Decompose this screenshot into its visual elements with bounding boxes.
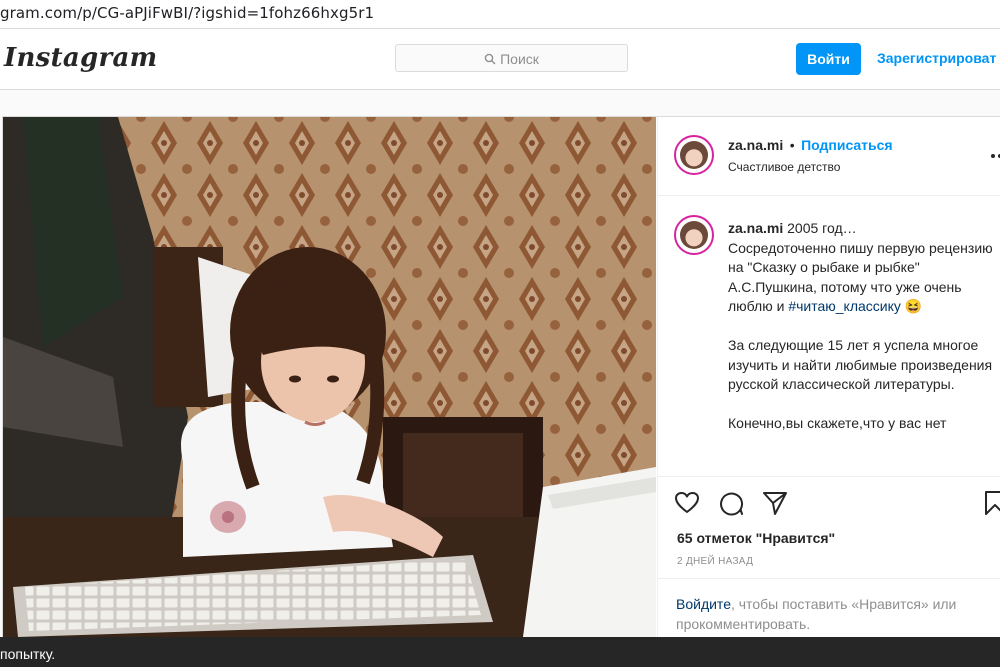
post-sidebar: za.na.mi • Подписаться Счастливое детств…: [657, 117, 1000, 637]
post-actions: 65 отметок "Нравится" 2 ДНЕЙ НАЗАД Войди…: [658, 476, 1000, 638]
comment-icon[interactable]: [718, 490, 744, 516]
separator: •: [789, 137, 795, 153]
share-icon[interactable]: [762, 490, 788, 516]
post-author-row: za.na.mi • Подписаться: [728, 137, 893, 155]
post-time[interactable]: 2 ДНЕЙ НАЗАД: [677, 556, 753, 567]
hashtag-link[interactable]: #читаю_классику: [788, 298, 901, 314]
follow-button[interactable]: Подписаться: [801, 137, 893, 153]
instagram-header: Instagram Поиск Войти Зарегистрироват: [0, 29, 1000, 90]
instagram-logo[interactable]: Instagram: [4, 43, 158, 73]
login-prompt: Войдите, чтобы поставить «Нравится» или …: [658, 578, 1000, 634]
photo-image: [3, 117, 656, 637]
avatar-image: [680, 141, 708, 169]
error-toast: попытку.: [0, 637, 1000, 667]
post-photo[interactable]: [3, 117, 656, 637]
search-placeholder: Поиск: [500, 51, 539, 67]
avatar-image: [680, 221, 708, 249]
avatar[interactable]: [674, 135, 714, 175]
search-icon: [484, 53, 496, 65]
search-input[interactable]: Поиск: [395, 44, 628, 72]
likes-count[interactable]: 65 отметок "Нравится": [677, 530, 835, 546]
more-icon[interactable]: [990, 153, 1000, 159]
post-card: za.na.mi • Подписаться Счастливое детств…: [2, 116, 1000, 638]
toast-text: попытку.: [0, 646, 56, 662]
post-username[interactable]: za.na.mi: [728, 137, 783, 153]
caption-paragraph-3: Конечно,вы скажете,что у вас нет: [728, 415, 947, 431]
caption-avatar[interactable]: [674, 215, 714, 255]
search-placeholder-wrap: Поиск: [396, 51, 627, 67]
caption: za.na.mi 2005 год… Сосредоточенно пишу п…: [728, 219, 996, 453]
heart-icon[interactable]: [674, 490, 700, 516]
login-link[interactable]: Войдите: [676, 596, 731, 612]
url-text[interactable]: gram.com/p/CG-aPJiFwBI/?igshid=1fohz66hx…: [0, 4, 374, 22]
emoji: 😆: [904, 298, 923, 314]
browser-address-bar[interactable]: gram.com/p/CG-aPJiFwBI/?igshid=1fohz66hx…: [0, 0, 1000, 29]
caption-paragraph-1: za.na.mi 2005 год… Сосредоточенно пишу п…: [728, 219, 996, 317]
post-location[interactable]: Счастливое детство: [728, 160, 840, 174]
login-button[interactable]: Войти: [796, 43, 861, 75]
caption-paragraph-2: За следующие 15 лет я успела многое изуч…: [728, 337, 993, 392]
caption-username[interactable]: za.na.mi: [728, 220, 783, 236]
bookmark-icon[interactable]: [982, 490, 1000, 516]
register-link[interactable]: Зарегистрироват: [877, 50, 996, 66]
post-header: za.na.mi • Подписаться Счастливое детств…: [658, 117, 1000, 196]
